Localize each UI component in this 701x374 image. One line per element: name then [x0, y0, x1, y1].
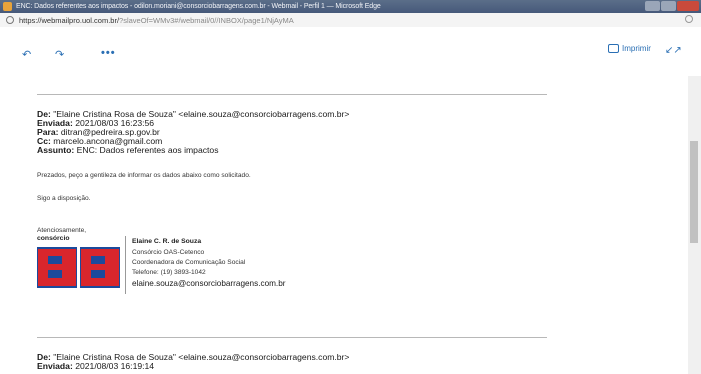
- message-divider-2: [37, 337, 547, 338]
- logo-word: consórcio: [37, 235, 70, 242]
- company-logo: [37, 247, 122, 288]
- reply-icon[interactable]: ↶: [22, 48, 31, 61]
- message-divider: [37, 94, 547, 95]
- body-line-1: Prezados, peço a gentileza de informar o…: [37, 172, 251, 179]
- minimize-button[interactable]: [645, 1, 660, 11]
- mail-toolbar: ↶ ↷ ••• Imprimir ↙↗: [0, 27, 701, 75]
- regards-text: Atenciosamente,: [37, 227, 87, 234]
- signature-divider: [125, 236, 126, 294]
- subject-value: ENC: Dados referentes aos impactos: [76, 145, 219, 155]
- sent-value-2: 2021/08/03 16:19:14: [75, 361, 155, 371]
- close-button[interactable]: [677, 1, 699, 11]
- url-rest: ?slaveOf=WMv3#/webmail/0//INBOX/page1/Nj…: [119, 15, 294, 25]
- signature-org: Consórcio OAS-Cetenco: [132, 249, 205, 256]
- address-bar: https://webmailpro.uol.com.br/?slaveOf=W…: [0, 13, 701, 28]
- forward-icon[interactable]: ↷: [55, 48, 64, 61]
- window-titlebar: ENC: Dados referentes aos impactos - odi…: [0, 0, 701, 13]
- url-main: https://webmailpro.uol.com.br/: [19, 15, 120, 25]
- body-line-2: Sigo a disposição.: [37, 195, 91, 202]
- site-info-icon[interactable]: [6, 16, 14, 24]
- window-controls: [645, 1, 699, 11]
- subject-line: Assunto: ENC: Dados referentes aos impac…: [37, 146, 219, 155]
- window-title: ENC: Dados referentes aos impactos - odi…: [16, 3, 381, 10]
- signature-phone: Telefone: (19) 3893-1042: [132, 269, 206, 276]
- edge-app-icon: [3, 2, 12, 11]
- maximize-button[interactable]: [661, 1, 676, 11]
- url-field[interactable]: https://webmailpro.uol.com.br/?slaveOf=W…: [19, 16, 294, 25]
- subject-label: Assunto:: [37, 145, 75, 155]
- collapse-icon[interactable]: ↙↗: [665, 45, 682, 56]
- sent-line-2: Enviada: 2021/08/03 16:19:14: [37, 362, 154, 371]
- sent-label-2: Enviada:: [37, 361, 73, 371]
- signature-role: Coordenadora de Comunicação Social: [132, 259, 246, 266]
- print-button[interactable]: Imprimir: [608, 44, 651, 53]
- zoom-icon[interactable]: [685, 15, 693, 23]
- more-options-button[interactable]: •••: [101, 47, 116, 59]
- signature-name: Elaine C. R. de Souza: [132, 238, 202, 245]
- print-label: Imprimir: [622, 44, 651, 53]
- scrollbar-thumb[interactable]: [690, 141, 698, 243]
- printer-icon: [608, 44, 619, 53]
- signature-email[interactable]: elaine.souza@consorciobarragens.com.br: [132, 279, 286, 288]
